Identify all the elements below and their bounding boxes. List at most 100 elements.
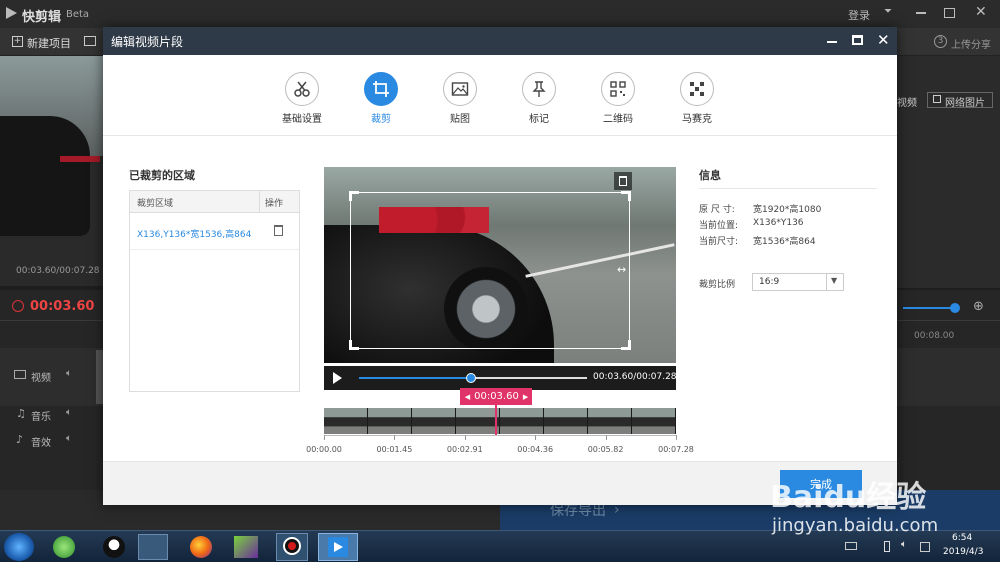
clock-time[interactable]: 6:54 bbox=[952, 533, 972, 543]
crop-ratio-value: 16:9 bbox=[759, 277, 780, 287]
login-link[interactable]: 登录 bbox=[848, 7, 870, 23]
video-frame: ↔ bbox=[324, 167, 676, 363]
firefox-icon[interactable] bbox=[190, 536, 212, 558]
dialog-footer bbox=[103, 461, 897, 505]
new-project-icon: + bbox=[12, 36, 23, 47]
tab-marker[interactable]: 标记 bbox=[509, 72, 569, 125]
minimize-icon[interactable] bbox=[916, 12, 926, 14]
filmstrip-frame bbox=[324, 408, 368, 434]
seek-fill bbox=[359, 377, 471, 379]
zoom-in-icon[interactable]: ⊕ bbox=[973, 299, 984, 314]
video-track-icon bbox=[14, 370, 26, 379]
edit-clip-dialog: 编辑视频片段 ✕ 基础设置 裁剪 贴图 标记 二维码 马赛克 已裁剪的区域 裁剪… bbox=[103, 27, 897, 505]
ruler-tick-label: 00:04.36 bbox=[517, 445, 554, 454]
menu-icon[interactable]: ⏷ bbox=[884, 6, 896, 18]
video-clip[interactable] bbox=[96, 350, 103, 404]
zoom-slider-track[interactable] bbox=[903, 307, 955, 309]
player-controls: 00:03.60/00:07.28 bbox=[324, 366, 677, 390]
seek-thumb[interactable] bbox=[465, 373, 476, 383]
trash-icon[interactable] bbox=[274, 225, 283, 236]
tab-sticker-label: 贴图 bbox=[450, 114, 470, 125]
tab-marker-label: 标记 bbox=[529, 114, 549, 125]
app-name: 快剪辑 bbox=[22, 10, 62, 25]
current-size-label: 当前尺寸: bbox=[699, 237, 739, 247]
filmstrip-frame bbox=[456, 408, 500, 434]
tab-sticker[interactable]: 贴图 bbox=[430, 72, 490, 125]
dialog-minimize-icon[interactable] bbox=[827, 41, 837, 43]
sfx-volume-icon[interactable]: 🔈︎ bbox=[66, 433, 72, 444]
orig-size-label: 原 尺 寸: bbox=[699, 205, 735, 215]
mosaic-icon bbox=[680, 72, 714, 106]
crop-icon bbox=[364, 72, 398, 106]
tab-crop[interactable]: 裁剪 bbox=[351, 72, 411, 125]
timeline-tick-end: 00:08.00 bbox=[914, 331, 955, 341]
info-divider bbox=[699, 188, 877, 189]
play-icon[interactable] bbox=[333, 372, 342, 384]
header-divider bbox=[259, 191, 260, 213]
clock-date[interactable]: 2019/4/3 bbox=[943, 547, 983, 557]
preview-time: 00:03.60/00:07.28 bbox=[16, 266, 100, 276]
tray-network-icon[interactable] bbox=[920, 542, 930, 552]
dialog-close-icon[interactable]: ✕ bbox=[877, 31, 890, 49]
select-divider bbox=[826, 274, 827, 290]
share-button[interactable]: 上传分享 bbox=[951, 36, 991, 51]
resize-cursor-icon: ↔ bbox=[617, 263, 627, 276]
filmstrip[interactable] bbox=[324, 408, 676, 434]
done-button[interactable]: 完成 bbox=[780, 470, 862, 498]
crop-list-table: 裁剪区域 操作 X136,Y136*宽1536,高864 bbox=[129, 190, 300, 392]
crop-action-header: 操作 bbox=[265, 199, 284, 209]
done-label: 完成 bbox=[810, 478, 832, 491]
start-button[interactable] bbox=[4, 533, 34, 561]
tray-volume-icon[interactable]: 🔈︎ bbox=[901, 539, 907, 550]
record-dot-icon bbox=[288, 542, 296, 550]
playhead-marker[interactable]: ◀ 00:03.60 ▶ bbox=[460, 388, 533, 405]
open-folder-icon[interactable] bbox=[84, 36, 96, 46]
ruler-tick-label: 00:07.28 bbox=[658, 445, 694, 454]
current-pos-value: X136*Y136 bbox=[753, 218, 804, 228]
crop-list-title: 已裁剪的区域 bbox=[129, 169, 195, 182]
sfx-track-icon: ♪ bbox=[16, 433, 24, 446]
qq-icon[interactable] bbox=[103, 536, 125, 558]
filmstrip-frame bbox=[544, 408, 588, 434]
new-project-button[interactable]: 新建项目 bbox=[27, 35, 71, 51]
delete-crop-button[interactable] bbox=[614, 172, 632, 190]
tab-crop-label: 裁剪 bbox=[371, 114, 391, 125]
preview-pane: 00:03.60/00:07.28 bbox=[0, 56, 103, 286]
zoom-slider-thumb[interactable] bbox=[950, 303, 960, 313]
music-volume-icon[interactable]: 🔈︎ bbox=[66, 407, 72, 418]
current-size-value: 宽1536*高864 bbox=[753, 237, 816, 247]
dialog-maximize-icon[interactable] bbox=[852, 35, 863, 45]
crop-handle-tl[interactable] bbox=[349, 191, 359, 201]
app-logo-icon bbox=[6, 7, 17, 19]
image-icon bbox=[443, 72, 477, 106]
crop-handle-tr[interactable] bbox=[621, 191, 631, 201]
tab-qrcode[interactable]: 二维码 bbox=[588, 72, 648, 125]
dialog-titlebar: 编辑视频片段 ✕ bbox=[103, 27, 897, 55]
video-source-button[interactable]: 视频 bbox=[897, 94, 917, 109]
media-app-icon[interactable] bbox=[234, 536, 258, 558]
tab-mosaic[interactable]: 马赛克 bbox=[667, 72, 727, 125]
crop-selection-box[interactable]: ↔ bbox=[349, 191, 631, 350]
orig-size-value: 宽1920*高1080 bbox=[753, 205, 822, 215]
app-edition: Beta bbox=[66, 9, 90, 20]
crop-handle-br[interactable] bbox=[621, 340, 631, 350]
chevron-down-icon: ▼ bbox=[831, 276, 838, 285]
close-app-icon[interactable]: ✕ bbox=[975, 4, 987, 20]
ruler-tick-label: 00:02.91 bbox=[446, 445, 483, 454]
restore-icon[interactable] bbox=[944, 8, 955, 18]
tab-basic-settings-label: 基础设置 bbox=[282, 114, 322, 125]
ruler-tick-label: 00:01.45 bbox=[376, 445, 413, 454]
video-track-label: 视频 bbox=[31, 373, 51, 384]
playhead-line[interactable] bbox=[495, 405, 498, 435]
current-pos-label: 当前位置: bbox=[699, 221, 739, 231]
crop-ratio-select[interactable]: 16:9 ▼ bbox=[752, 273, 844, 291]
video-volume-icon[interactable]: 🔈︎ bbox=[66, 368, 72, 379]
preview-car-shape bbox=[0, 116, 90, 236]
preview-flowers bbox=[60, 156, 100, 162]
crop-handle-bl[interactable] bbox=[349, 340, 359, 350]
file-explorer-icon[interactable] bbox=[138, 534, 168, 560]
app-360-icon[interactable] bbox=[53, 536, 75, 558]
tray-battery-icon[interactable] bbox=[884, 541, 890, 552]
tab-basic-settings[interactable]: 基础设置 bbox=[272, 72, 332, 125]
tray-keyboard-icon[interactable] bbox=[845, 542, 857, 550]
